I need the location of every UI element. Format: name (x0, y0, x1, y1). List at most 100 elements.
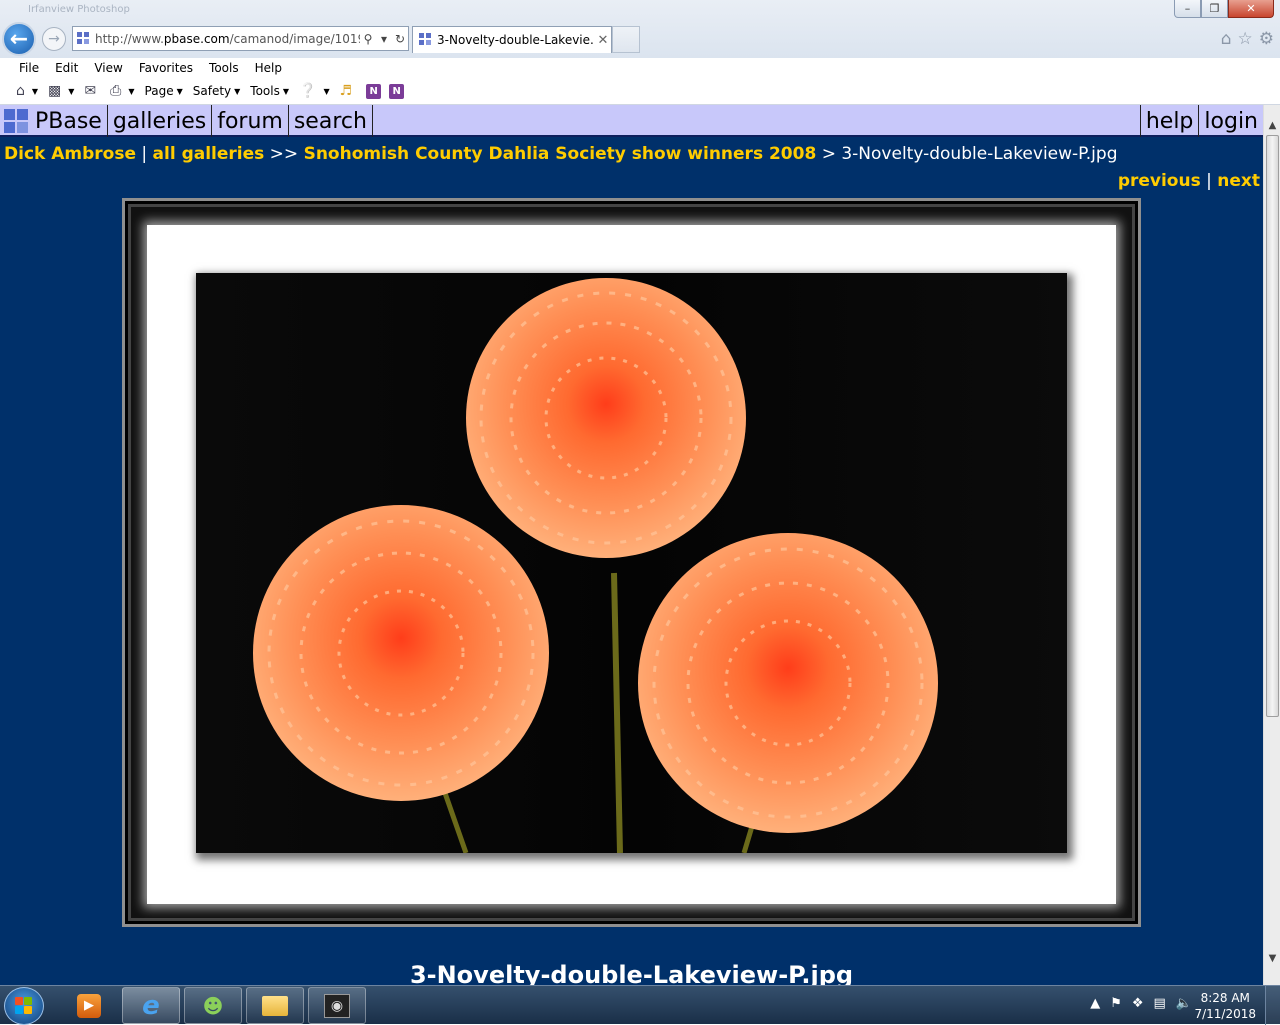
tab-close-icon[interactable]: ✕ (595, 33, 611, 48)
new-tab-button[interactable] (612, 26, 640, 53)
folder-icon (262, 995, 288, 1016)
menu-edit[interactable]: Edit (47, 61, 86, 75)
eye-icon: ◉ (324, 993, 350, 1018)
system-tray: ▲ ⚑ ❖ ▤ 🔈 (1090, 996, 1192, 1011)
mail-icon: ✉ (84, 83, 97, 99)
dahlia-top (466, 278, 746, 558)
taskbar-file-explorer[interactable] (246, 987, 304, 1024)
network-icon[interactable]: ▤ (1154, 996, 1166, 1011)
research-command[interactable]: ♬ (340, 83, 357, 99)
dropbox-icon[interactable]: ❖ (1132, 996, 1144, 1011)
home-icon[interactable]: ⌂ (1221, 29, 1232, 49)
settings-gear-icon[interactable]: ⚙ (1259, 29, 1274, 49)
dropdown-arrow-icon[interactable]: ▾ (376, 32, 392, 46)
breadcrumb-user-link[interactable]: Dick Ambrose (4, 144, 136, 164)
breadcrumb: Dick Ambrose | all galleries >> Snohomis… (4, 144, 1118, 164)
tab-title: 3-Novelty-double-Lakevie... (437, 33, 595, 47)
nav-help[interactable]: help (1139, 105, 1200, 137)
menu-file[interactable]: File (11, 61, 47, 75)
taskbar-internet-explorer[interactable]: e (122, 987, 180, 1024)
previous-link[interactable]: previous (1118, 171, 1201, 191)
nav-galleries[interactable]: galleries (108, 105, 213, 137)
command-bar: ⌂ ▼ ▩ ▼ ✉ ⎙ ▼ Page ▼ Safety ▼ Tools ▼ ❔ ▼ ♬ N N (0, 78, 1280, 105)
print-command[interactable]: ⎙ ▼ (110, 83, 134, 99)
refresh-icon[interactable]: ↻ (392, 32, 408, 46)
tools-menu[interactable]: Tools ▼ (250, 84, 289, 98)
dahlia-right (638, 533, 938, 833)
pbase-logo-icon (4, 109, 31, 133)
clock-time: 8:28 AM (1200, 991, 1250, 1005)
menu-view[interactable]: View (86, 61, 130, 75)
scroll-down-arrow-icon[interactable]: ▼ (1264, 950, 1280, 967)
safety-menu[interactable]: Safety ▼ (193, 84, 241, 98)
pbase-page: PBase galleries forum search help login … (0, 105, 1263, 985)
next-link[interactable]: next (1217, 171, 1260, 191)
back-button[interactable]: ← (2, 22, 36, 56)
nav-forum[interactable]: forum (212, 105, 289, 137)
onenote-linked-icon[interactable]: N (389, 83, 405, 99)
windows-taskbar: ▶ e ☻ ◉ ▲ ⚑ ❖ ▤ 🔈 8:28 AM 7/11/2018 (0, 985, 1280, 1025)
vertical-scrollbar[interactable]: ▲ ▼ (1263, 105, 1280, 985)
address-url[interactable]: http://www.pbase.com/camanod/image/10191… (95, 32, 360, 46)
media-player-icon: ▶ (77, 993, 101, 1018)
mail-command[interactable]: ✉ (84, 83, 100, 99)
page-favicon (77, 31, 91, 46)
menu-help[interactable]: Help (247, 61, 290, 75)
close-button[interactable]: ✕ (1228, 0, 1274, 18)
clock-date: 7/11/2018 (1194, 1007, 1256, 1021)
internet-explorer-icon: e (142, 990, 160, 1021)
taskbar-users-app[interactable]: ☻ (184, 987, 242, 1024)
minimize-button[interactable]: – (1174, 0, 1201, 18)
window-controls: – ❐ ✕ (1174, 0, 1274, 18)
pbase-logo-link[interactable]: PBase (0, 105, 108, 137)
dahlia-illustration (196, 273, 1067, 853)
forward-button[interactable]: → (42, 27, 66, 51)
tab-pbase-image[interactable]: 3-Novelty-double-Lakevie... ✕ (412, 26, 612, 53)
restore-button[interactable]: ❐ (1201, 0, 1228, 18)
help-command[interactable]: ❔ ▼ (299, 83, 330, 99)
menu-favorites[interactable]: Favorites (131, 61, 201, 75)
breadcrumb-all-galleries-link[interactable]: all galleries (153, 144, 265, 164)
window-title: Irfanview Photoshop (28, 4, 130, 15)
home-command[interactable]: ⌂ ▼ (16, 83, 38, 99)
research-icon: ♬ (339, 83, 353, 99)
breadcrumb-current: 3-Novelty-double-Lakeview-P.jpg (841, 144, 1118, 164)
show-desktop-button[interactable] (1265, 986, 1280, 1025)
tab-favicon (419, 33, 433, 47)
rss-feed-icon: ▩ (48, 83, 62, 99)
menu-bar: File Edit View Favorites Tools Help (0, 58, 1280, 78)
nav-login[interactable]: login (1199, 105, 1263, 137)
browser-title-bar: Irfanview Photoshop – ❐ ✕ ← → http://www… (0, 0, 1280, 58)
browser-right-icons: ⌂ ☆ ⚙ (1221, 29, 1274, 49)
users-icon: ☻ (202, 993, 224, 1018)
scroll-thumb[interactable] (1266, 135, 1279, 717)
onenote-icon[interactable]: N (366, 83, 382, 99)
favorites-star-icon[interactable]: ☆ (1238, 29, 1253, 49)
printer-icon: ⎙ (110, 83, 122, 99)
page-menu[interactable]: Page ▼ (145, 84, 183, 98)
taskbar-media-player[interactable]: ▶ (60, 987, 118, 1024)
taskbar-image-viewer[interactable]: ◉ (308, 987, 366, 1024)
help-icon: ❔ (299, 83, 317, 99)
taskbar-clock[interactable]: 8:28 AM 7/11/2018 (1194, 990, 1256, 1022)
dahlia-left (253, 505, 549, 801)
volume-muted-icon[interactable]: 🔈 (1176, 996, 1192, 1011)
show-hidden-icons-arrow-icon[interactable]: ▲ (1090, 996, 1100, 1011)
nav-search[interactable]: search (289, 105, 373, 137)
address-bar[interactable]: http://www.pbase.com/camanod/image/10191… (72, 26, 409, 51)
forward-arrow-icon: → (48, 31, 60, 47)
pbase-nav-bar: PBase galleries forum search help login (0, 105, 1263, 137)
breadcrumb-gallery-link[interactable]: Snohomish County Dahlia Society show win… (304, 144, 817, 164)
photo-mat (147, 225, 1116, 904)
search-icon[interactable]: ⚲ (360, 32, 376, 46)
dahlia-photo[interactable] (196, 273, 1067, 853)
feeds-command[interactable]: ▩ ▼ (48, 83, 74, 99)
image-title: 3-Novelty-double-Lakeview-P.jpg (409, 961, 854, 985)
photo-frame (122, 198, 1141, 927)
image-pager: previous | next (1117, 171, 1260, 191)
start-button[interactable] (4, 987, 44, 1025)
back-arrow-icon: ← (9, 26, 29, 52)
action-center-flag-icon[interactable]: ⚑ (1110, 996, 1122, 1011)
menu-tools[interactable]: Tools (201, 61, 247, 75)
scroll-up-arrow-icon[interactable]: ▲ (1264, 117, 1280, 134)
